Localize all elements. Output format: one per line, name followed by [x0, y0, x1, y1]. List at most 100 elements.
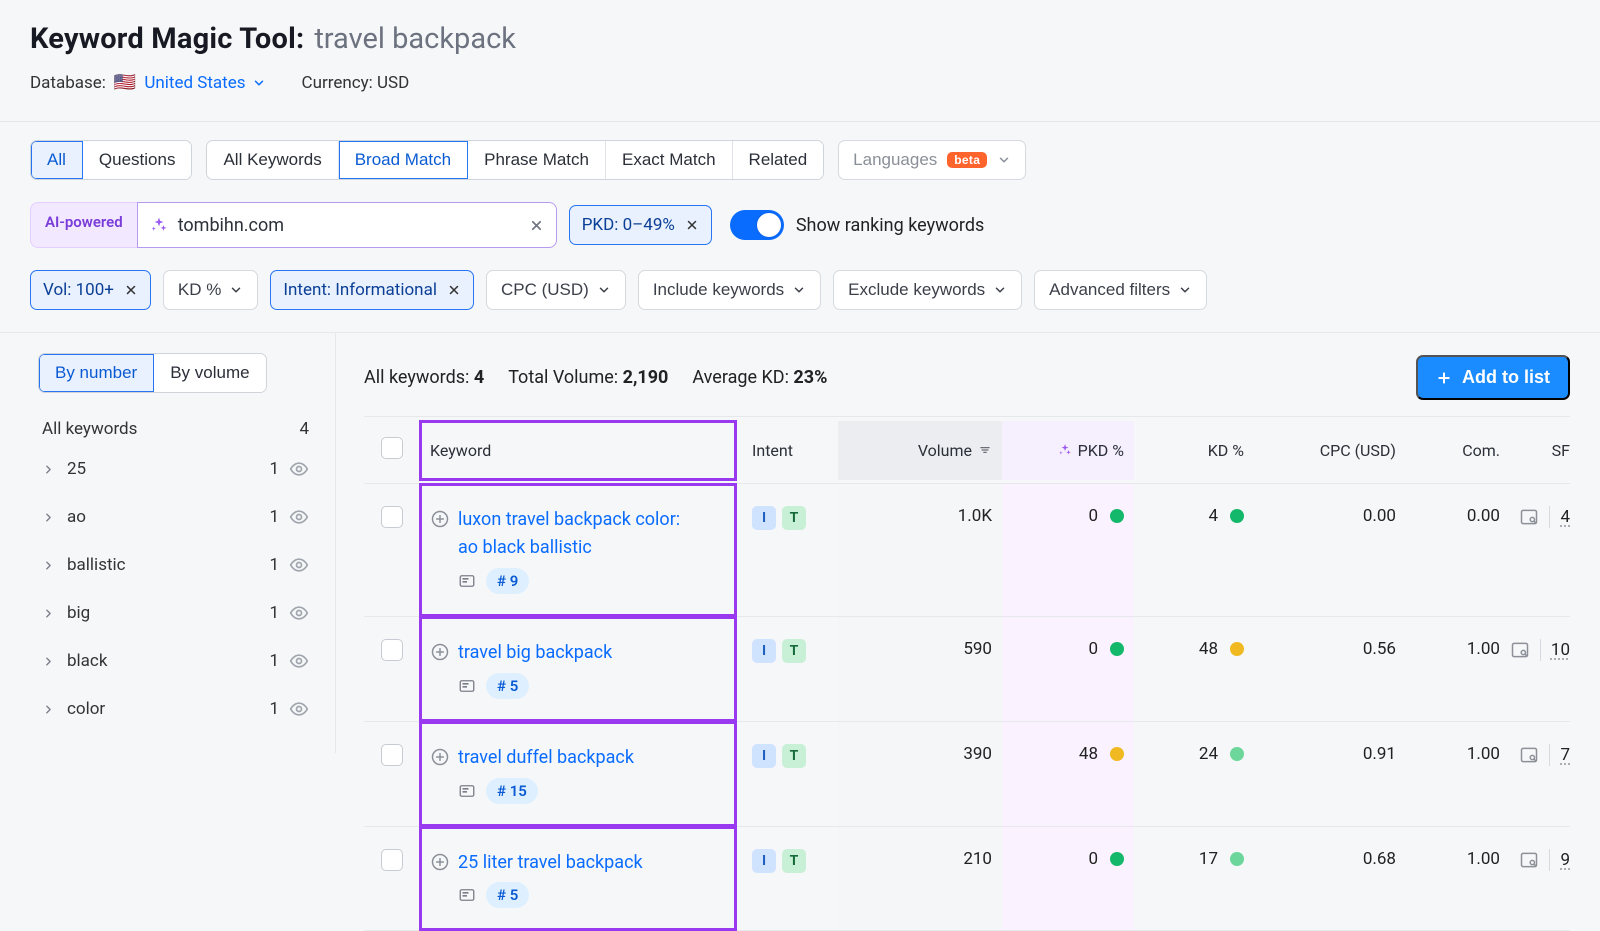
- close-icon[interactable]: [685, 218, 699, 232]
- eye-icon[interactable]: [289, 603, 309, 623]
- serp-icon[interactable]: [458, 886, 476, 904]
- expand-icon[interactable]: [430, 509, 450, 529]
- serp-features-icon[interactable]: [1510, 640, 1530, 660]
- sidebar-item-count: 1: [269, 603, 279, 623]
- eye-icon[interactable]: [289, 699, 309, 719]
- clear-icon[interactable]: [529, 218, 544, 233]
- include-keywords-filter[interactable]: Include keywords: [638, 270, 821, 310]
- advanced-filters[interactable]: Advanced filters: [1034, 270, 1207, 310]
- rank-pill: # 15: [486, 778, 538, 804]
- eye-icon[interactable]: [289, 555, 309, 575]
- sidebar-item[interactable]: black 1: [30, 637, 321, 685]
- sort-by-number[interactable]: By number: [39, 354, 154, 392]
- title-row: Keyword Magic Tool: travel backpack: [30, 22, 1570, 56]
- chevron-down-icon: [229, 283, 243, 297]
- summary-row: All keywords: 4 Total Volume: 2,190 Aver…: [364, 355, 1570, 400]
- serp-icon[interactable]: [458, 572, 476, 590]
- row-checkbox[interactable]: [381, 639, 403, 661]
- cpc-cell: 0.91: [1254, 722, 1406, 826]
- close-icon[interactable]: [124, 283, 138, 297]
- tab-broad-match[interactable]: Broad Match: [339, 141, 468, 179]
- eye-icon[interactable]: [289, 651, 309, 671]
- sidebar-item[interactable]: 25 1: [30, 445, 321, 493]
- row-select-cell: [364, 722, 420, 826]
- intent-badge: I: [752, 506, 776, 530]
- eye-icon[interactable]: [289, 507, 309, 527]
- add-to-list-button[interactable]: Add to list: [1416, 355, 1570, 400]
- col-com[interactable]: Com.: [1406, 421, 1510, 480]
- select-all-cell: [364, 417, 420, 483]
- col-kd[interactable]: KD %: [1134, 421, 1254, 480]
- col-volume[interactable]: Volume: [838, 421, 1002, 480]
- ai-domain-input-group: AI-powered tombihn.com: [30, 202, 557, 248]
- sidebar-item-label: 25: [67, 459, 86, 479]
- row-checkbox[interactable]: [381, 506, 403, 528]
- volume-filter-chip[interactable]: Vol: 100+: [30, 270, 151, 310]
- serp-features-icon[interactable]: [1519, 507, 1539, 527]
- sidebar-item-label: ao: [67, 507, 86, 527]
- rank-pill: # 5: [486, 673, 529, 699]
- plus-icon: [1436, 370, 1452, 386]
- tab-all-keywords[interactable]: All Keywords: [207, 141, 338, 179]
- tool-title: Keyword Magic Tool:: [30, 22, 304, 56]
- tab-exact-match[interactable]: Exact Match: [606, 141, 733, 179]
- keyword-link[interactable]: luxon travel backpack color: ao black ba…: [458, 506, 698, 562]
- database-value[interactable]: United States: [144, 73, 265, 93]
- sidebar-item[interactable]: big 1: [30, 589, 321, 637]
- sparkle-icon: [1058, 443, 1072, 457]
- col-sf[interactable]: SF: [1510, 421, 1580, 480]
- eye-icon[interactable]: [289, 459, 309, 479]
- kd-cell: 17: [1134, 827, 1254, 931]
- serp-features-icon[interactable]: [1519, 850, 1539, 870]
- difficulty-dot: [1110, 852, 1124, 866]
- row-checkbox[interactable]: [381, 849, 403, 871]
- domain-value: tombihn.com: [178, 215, 519, 236]
- sidebar-item-count: 1: [269, 459, 279, 479]
- sidebar-item[interactable]: ao 1: [30, 493, 321, 541]
- serp-icon[interactable]: [458, 782, 476, 800]
- chevron-right-icon: [42, 703, 55, 716]
- keyword-link[interactable]: travel big backpack: [458, 639, 612, 667]
- ranking-toggle[interactable]: [730, 210, 784, 240]
- expand-icon[interactable]: [430, 747, 450, 767]
- cpc-filter[interactable]: CPC (USD): [486, 270, 626, 310]
- kd-filter[interactable]: KD %: [163, 270, 258, 310]
- intent-filter-chip[interactable]: Intent: Informational: [270, 270, 474, 310]
- col-intent[interactable]: Intent: [736, 421, 838, 480]
- exclude-keywords-filter[interactable]: Exclude keywords: [833, 270, 1022, 310]
- sidebar-item-label: ballistic: [67, 555, 126, 575]
- keyword-query: travel backpack: [314, 22, 516, 56]
- sidebar-item[interactable]: ballistic 1: [30, 541, 321, 589]
- cpc-cell: 0.00: [1254, 484, 1406, 616]
- intent-cell: IT: [736, 617, 838, 721]
- database-selector[interactable]: Database: 🇺🇸 United States: [30, 72, 266, 93]
- sidebar-item-count: 1: [269, 651, 279, 671]
- expand-icon[interactable]: [430, 852, 450, 872]
- row-checkbox[interactable]: [381, 744, 403, 766]
- keyword-link[interactable]: 25 liter travel backpack: [458, 849, 643, 877]
- tab-all[interactable]: All: [31, 141, 83, 179]
- tab-phrase-match[interactable]: Phrase Match: [468, 141, 606, 179]
- col-cpc[interactable]: CPC (USD): [1254, 421, 1406, 480]
- ranking-toggle-label: Show ranking keywords: [796, 215, 984, 236]
- pkd-filter-chip[interactable]: PKD: 0–49%: [569, 205, 712, 245]
- domain-input[interactable]: tombihn.com: [137, 202, 557, 248]
- col-pkd[interactable]: PKD %: [1002, 421, 1134, 480]
- expand-icon[interactable]: [430, 642, 450, 662]
- select-all-checkbox[interactable]: [381, 437, 403, 459]
- sf-count: 4: [1560, 507, 1570, 527]
- languages-dropdown[interactable]: Languages beta: [838, 140, 1026, 180]
- chevron-right-icon: [42, 655, 55, 668]
- sort-by-volume[interactable]: By volume: [154, 354, 265, 392]
- close-icon[interactable]: [447, 283, 461, 297]
- tab-related[interactable]: Related: [733, 141, 824, 179]
- sidebar-item[interactable]: color 1: [30, 685, 321, 733]
- serp-icon[interactable]: [458, 677, 476, 695]
- cpc-cell: 0.56: [1254, 617, 1406, 721]
- intent-badge: I: [752, 849, 776, 873]
- keyword-link[interactable]: travel duffel backpack: [458, 744, 634, 772]
- difficulty-dot: [1230, 509, 1244, 523]
- tab-questions[interactable]: Questions: [83, 141, 192, 179]
- serp-features-icon[interactable]: [1519, 745, 1539, 765]
- col-keyword[interactable]: Keyword: [420, 421, 736, 480]
